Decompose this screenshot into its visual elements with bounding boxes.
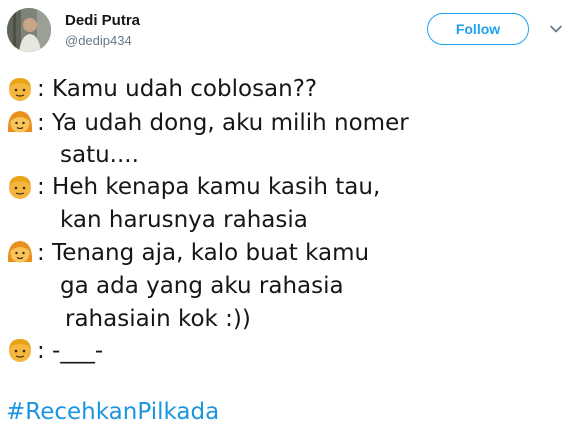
hashtag-link[interactable]: #RecehkanPilkada xyxy=(6,399,219,425)
boy-emoji xyxy=(9,339,31,362)
user-handle[interactable]: @dedip434 xyxy=(65,33,132,48)
tweet-line: rahasiain kok :)) xyxy=(65,306,251,332)
tweet-line: satu.... xyxy=(60,142,139,168)
tweet-line: : -___- xyxy=(37,338,104,364)
display-name[interactable]: Dedi Putra xyxy=(65,12,140,29)
tweet-line: : Kamu udah coblosan?? xyxy=(37,76,318,102)
girl-emoji xyxy=(7,111,33,133)
girl-emoji xyxy=(7,241,33,263)
tweet-line: : Ya udah dong, aku milih nomer xyxy=(37,110,409,136)
tweet-line: kan harusnya rahasia xyxy=(60,207,308,233)
boy-emoji xyxy=(9,176,31,199)
boy-emoji xyxy=(9,78,31,101)
tweet-line: : Tenang aja, kalo buat kamu xyxy=(37,240,370,266)
follow-button[interactable]: Follow xyxy=(427,13,529,45)
avatar[interactable] xyxy=(7,8,51,52)
tweet-line: : Heh kenapa kamu kasih tau, xyxy=(37,174,381,200)
tweet-line: ga ada yang aku rahasia xyxy=(60,273,344,299)
chevron-down-icon[interactable] xyxy=(549,22,563,36)
